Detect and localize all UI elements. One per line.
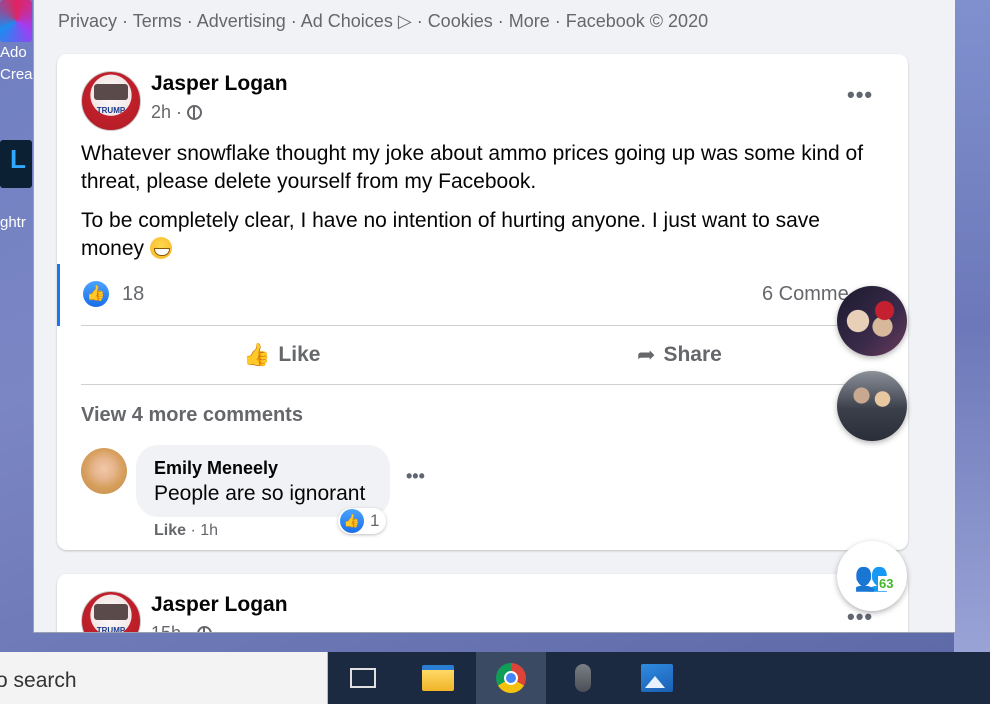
post-options-button[interactable]: ••• — [847, 82, 873, 108]
browser-window: Privacy · Terms · Advertising · Ad Choic… — [33, 0, 955, 633]
microphone-icon — [575, 664, 591, 692]
author-avatar[interactable]: TRUMP — [81, 71, 141, 131]
comment-reactions[interactable]: 👍 1 — [338, 508, 386, 534]
footer-link-advertising[interactable]: Advertising — [197, 11, 286, 31]
share-button[interactable]: ➦ Share — [637, 342, 722, 368]
commenter-name[interactable]: Emily Meneely — [154, 458, 278, 479]
desktop-icon-adobe[interactable]: Ado Crea — [0, 0, 33, 86]
desktop-icon-lightroom[interactable]: L ghtr — [0, 140, 32, 234]
post-card: TRUMP Jasper Logan 2h · ••• Whatever sno… — [57, 54, 908, 550]
desktop-icon-label: Ado — [0, 44, 27, 61]
post-meta: 2h · — [151, 102, 203, 123]
folder-icon — [422, 665, 454, 691]
chrome-button[interactable] — [476, 652, 546, 704]
view-more-comments-link[interactable]: View 4 more comments — [81, 404, 303, 427]
focus-indicator — [57, 264, 60, 326]
comment-reaction-count: 1 — [370, 511, 380, 530]
reaction-count[interactable]: 18 — [122, 283, 144, 306]
desktop-icon-label: Crea — [0, 66, 33, 83]
comment-timestamp[interactable]: 1h — [200, 522, 218, 539]
footer-link-ad-choices[interactable]: Ad Choices — [301, 11, 393, 31]
comment-actions: Like · 1h — [154, 522, 219, 539]
grinning-face-icon — [149, 237, 172, 259]
contacts-chat-button[interactable]: 👥 63 — [837, 541, 907, 611]
copyright: Facebook © 2020 — [565, 11, 709, 31]
chrome-icon — [496, 663, 526, 693]
post-card: TRUMP Jasper Logan 15h · ••• — [57, 574, 908, 632]
task-view-icon — [350, 668, 376, 688]
globe-icon — [197, 626, 213, 632]
photos-icon — [641, 664, 673, 692]
file-explorer-button[interactable] — [403, 652, 473, 704]
post-timestamp[interactable]: 2h — [151, 102, 171, 122]
footer-link-privacy[interactable]: Privacy — [58, 11, 117, 31]
desktop-icon-label: ghtr — [0, 214, 26, 231]
adobe-creative-cloud-icon — [0, 0, 32, 42]
divider — [81, 325, 884, 326]
like-reaction-icon: 👍 — [340, 509, 364, 533]
chat-head[interactable] — [837, 371, 907, 441]
comment-bubble: Emily Meneely People are so ignorant — [136, 445, 390, 517]
share-arrow-icon: ➦ — [637, 342, 656, 367]
photos-button[interactable] — [622, 652, 692, 704]
chat-head[interactable] — [837, 286, 907, 356]
post-timestamp[interactable]: 15h — [151, 623, 181, 632]
footer-link-more[interactable]: More — [509, 11, 550, 31]
commenter-avatar[interactable] — [81, 448, 127, 494]
taskbar-search-box[interactable]: o search — [0, 652, 328, 704]
comment-count[interactable]: 6 Comme — [762, 283, 849, 306]
thumbs-up-icon: 👍 — [243, 342, 271, 367]
comment-like-button[interactable]: Like — [154, 522, 186, 539]
post-author-name[interactable]: Jasper Logan — [151, 593, 288, 617]
desktop-background-right — [954, 0, 990, 652]
footer-link-terms[interactable]: Terms — [133, 11, 182, 31]
post-paragraph: To be completely clear, I have no intent… — [81, 209, 820, 260]
online-contacts-count: 63 — [878, 576, 895, 591]
microphone-app-button[interactable] — [548, 652, 618, 704]
post-meta: 15h · — [151, 623, 213, 632]
footer-link-cookies[interactable]: Cookies — [428, 11, 493, 31]
task-view-button[interactable] — [328, 652, 398, 704]
like-reaction-icon[interactable]: 👍 — [83, 281, 109, 307]
lightroom-icon: L — [0, 140, 32, 188]
post-paragraph: Whatever snowflake thought my joke about… — [81, 142, 864, 193]
taskbar: o search — [0, 652, 990, 704]
divider — [81, 384, 884, 385]
search-placeholder: o search — [0, 669, 77, 692]
post-author-name[interactable]: Jasper Logan — [151, 72, 288, 96]
globe-icon — [187, 105, 203, 120]
footer-links: Privacy · Terms · Advertising · Ad Choic… — [58, 11, 709, 31]
comment-options-button[interactable]: ••• — [406, 466, 425, 487]
like-button[interactable]: 👍 Like — [243, 342, 320, 368]
author-avatar[interactable]: TRUMP — [81, 591, 141, 632]
comment-text: People are so ignorant — [154, 482, 366, 505]
ad-choices-icon: ▷ — [397, 11, 412, 31]
